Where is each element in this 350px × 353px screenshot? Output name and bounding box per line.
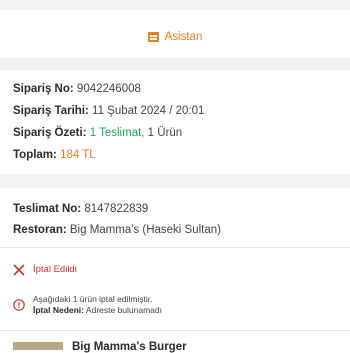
top-band	[0, 0, 350, 10]
close-icon	[13, 264, 25, 276]
alert-icon	[13, 299, 25, 311]
assistant-button[interactable]: Asistan	[0, 31, 350, 43]
order-number-row: Sipariş No: 9042246008	[13, 83, 141, 95]
delivery-count: 1 Teslimat,	[89, 127, 145, 139]
product-name: Big Mamma's Burger	[72, 341, 187, 353]
cancel-info: Aşağıdaki 1 ürün iptal edilmiştir. İptal…	[33, 294, 162, 315]
section-divider	[0, 58, 350, 70]
order-total-row: Toplam: 184 TL	[13, 149, 96, 161]
status-label: İptal Edildi	[33, 264, 77, 275]
chat-icon	[147, 32, 159, 42]
section-divider	[0, 247, 350, 248]
section-divider	[0, 174, 350, 188]
section-divider	[0, 330, 350, 331]
restaurant-row: Restoran: Big Mamma's (Haseki Sultan)	[13, 224, 221, 236]
order-summary-row: Sipariş Özeti: 1 Teslimat, 1 Ürün	[13, 127, 183, 139]
product-image	[13, 342, 63, 350]
assistant-label: Asistan	[164, 31, 203, 43]
order-date-row: Sipariş Tarihi: 11 Şubat 2024 / 20:01	[13, 105, 205, 117]
delivery-number-row: Teslimat No: 8147822839	[13, 203, 149, 215]
